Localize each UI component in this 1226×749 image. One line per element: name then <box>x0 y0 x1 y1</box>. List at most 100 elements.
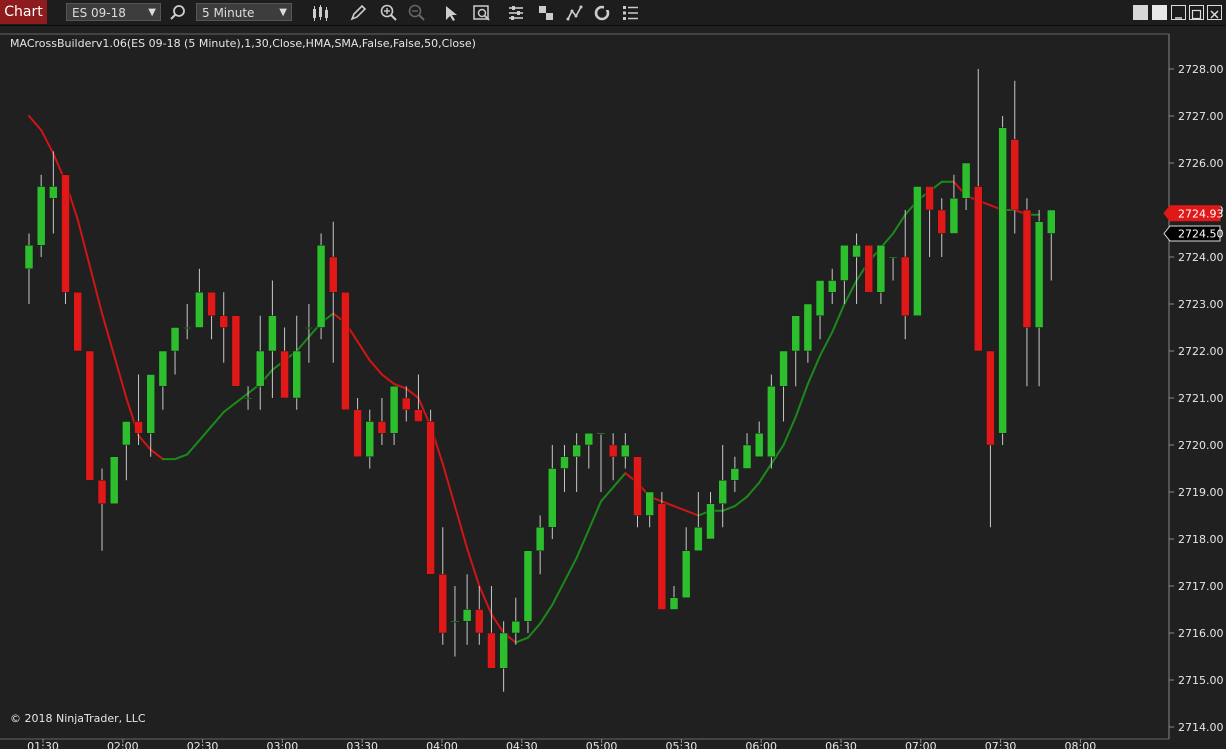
chevron-down-icon: ▼ <box>279 7 287 18</box>
candle <box>694 492 703 551</box>
x-tick-label: 04:30 <box>506 740 538 749</box>
candle-body <box>779 350 788 387</box>
candle <box>268 280 277 398</box>
candle-body <box>669 597 679 610</box>
candle <box>961 162 971 210</box>
candle <box>49 151 58 234</box>
bar-type-icon[interactable] <box>310 3 330 23</box>
instrument-selector[interactable]: ES 09-18 ▼ <box>66 3 161 21</box>
search-icon[interactable] <box>168 3 188 23</box>
refresh-icon[interactable] <box>592 3 612 23</box>
candle-body <box>195 292 204 328</box>
candle-body <box>681 550 691 598</box>
ma-segment <box>733 495 749 508</box>
candle-body <box>49 186 58 199</box>
candle-body <box>815 280 825 316</box>
ma-segment <box>721 505 736 512</box>
candle <box>389 386 399 445</box>
chart-panel[interactable]: 2714.00 2715.00 2716.00 2717.00 2718.00 2719.… <box>0 26 1226 749</box>
candle-body <box>888 256 898 259</box>
ma-segment <box>673 505 688 512</box>
properties-icon[interactable] <box>506 3 526 23</box>
ma-segment <box>295 335 310 352</box>
candle-body <box>97 480 107 504</box>
menu-icon[interactable] <box>621 3 641 23</box>
y-tick-label: 2726.00 <box>1178 157 1224 170</box>
candle <box>986 350 995 528</box>
candle-body <box>560 456 569 469</box>
candle-body <box>767 386 776 457</box>
candle <box>329 221 338 363</box>
candle-body <box>840 245 849 281</box>
ma-segment <box>794 382 809 418</box>
candle <box>219 292 228 363</box>
price-chart[interactable]: 2714.00 2715.00 2716.00 2717.00 2718.00 2719.… <box>0 26 1226 749</box>
candle-body <box>475 609 484 634</box>
restore-window-button[interactable] <box>1152 5 1167 20</box>
candle <box>754 421 764 457</box>
candle <box>742 433 752 469</box>
candle-body <box>146 374 155 434</box>
candle-body <box>621 444 630 457</box>
candle <box>377 398 387 445</box>
candle <box>718 445 727 528</box>
candle-body <box>1022 209 1032 328</box>
candle <box>1034 210 1044 387</box>
ma-segment <box>563 556 578 583</box>
candle-body <box>706 503 715 540</box>
candle-body <box>73 292 82 352</box>
ma-segment <box>380 373 396 385</box>
candle <box>779 350 788 422</box>
candle <box>255 315 265 410</box>
tile-window-button[interactable] <box>1133 5 1148 20</box>
x-tick-label: 03:00 <box>267 740 299 749</box>
candle-body <box>742 444 752 469</box>
data-box-icon[interactable] <box>472 3 492 23</box>
interval-selector[interactable]: 5 Minute ▼ <box>196 3 292 21</box>
indicators-icon[interactable] <box>565 3 585 23</box>
ma-segment <box>490 613 505 634</box>
candle-body <box>645 491 654 516</box>
pointer-icon[interactable] <box>441 3 461 23</box>
chart-tab[interactable]: Chart <box>0 0 47 24</box>
candle-body <box>462 609 472 622</box>
y-tick-label: 2724.00 <box>1178 251 1224 264</box>
minimize-button[interactable] <box>1171 5 1186 20</box>
candle-body <box>316 245 326 328</box>
candle-body <box>499 632 508 669</box>
candle-body <box>876 245 886 293</box>
ma-segment <box>892 213 907 235</box>
candle-body <box>961 162 971 199</box>
price-marker-label: 2724.50 <box>1178 228 1224 241</box>
candle-body <box>925 186 934 211</box>
candle-body <box>900 256 910 316</box>
zoom-in-icon[interactable] <box>379 3 399 23</box>
maximize-button[interactable] <box>1189 5 1204 20</box>
ma-segment <box>101 312 116 357</box>
draw-icon[interactable] <box>348 3 368 23</box>
candle <box>974 69 983 352</box>
candle-body <box>24 245 34 269</box>
x-tick-label: 04:00 <box>426 740 458 749</box>
candle-body <box>438 574 448 634</box>
candle-body <box>243 397 253 400</box>
ma-segment <box>685 509 700 517</box>
candle-body <box>986 350 995 446</box>
ma-segment <box>806 354 822 385</box>
close-button[interactable] <box>1207 5 1222 20</box>
candle-body <box>255 350 265 387</box>
instrument-value: ES 09-18 <box>72 6 126 20</box>
ma-segment <box>466 547 481 587</box>
ma-segment <box>28 115 43 132</box>
y-tick-label: 2727.00 <box>1178 110 1224 123</box>
candle <box>280 327 289 399</box>
candle-body <box>791 315 800 352</box>
x-tick-label: 01:30 <box>27 740 59 749</box>
strategies-icon[interactable] <box>536 3 556 23</box>
ma-segment <box>149 448 164 461</box>
candle <box>195 268 204 328</box>
y-tick-label: 2728.00 <box>1178 63 1224 76</box>
candle-body <box>803 303 813 352</box>
candle-body <box>949 198 959 234</box>
zoom-out-icon[interactable] <box>407 3 427 23</box>
